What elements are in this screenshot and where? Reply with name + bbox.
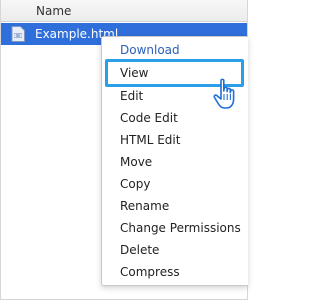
html-file-icon — [11, 26, 25, 42]
menu-item-edit[interactable]: Edit — [120, 85, 143, 107]
menu-item-html-edit[interactable]: HTML Edit — [120, 129, 180, 151]
file-manager-panel: Name Example.html Download View Edit Cod… — [0, 0, 248, 300]
menu-item-delete[interactable]: Delete — [120, 239, 159, 261]
hand-pointer-icon — [211, 78, 243, 112]
menu-item-download[interactable]: Download — [120, 39, 180, 61]
menu-item-code-edit[interactable]: Code Edit — [120, 107, 178, 129]
name-column-header[interactable]: Name — [36, 4, 71, 18]
column-header: Name — [1, 0, 247, 22]
menu-item-rename[interactable]: Rename — [120, 195, 169, 217]
menu-item-view[interactable]: View — [120, 62, 148, 84]
menu-item-move[interactable]: Move — [120, 151, 152, 173]
menu-item-compress[interactable]: Compress — [120, 261, 180, 283]
menu-item-copy[interactable]: Copy — [120, 173, 150, 195]
menu-item-change-permissions[interactable]: Change Permissions — [120, 217, 241, 239]
context-menu: Download View Edit Code Edit HTML Edit M… — [101, 36, 248, 286]
